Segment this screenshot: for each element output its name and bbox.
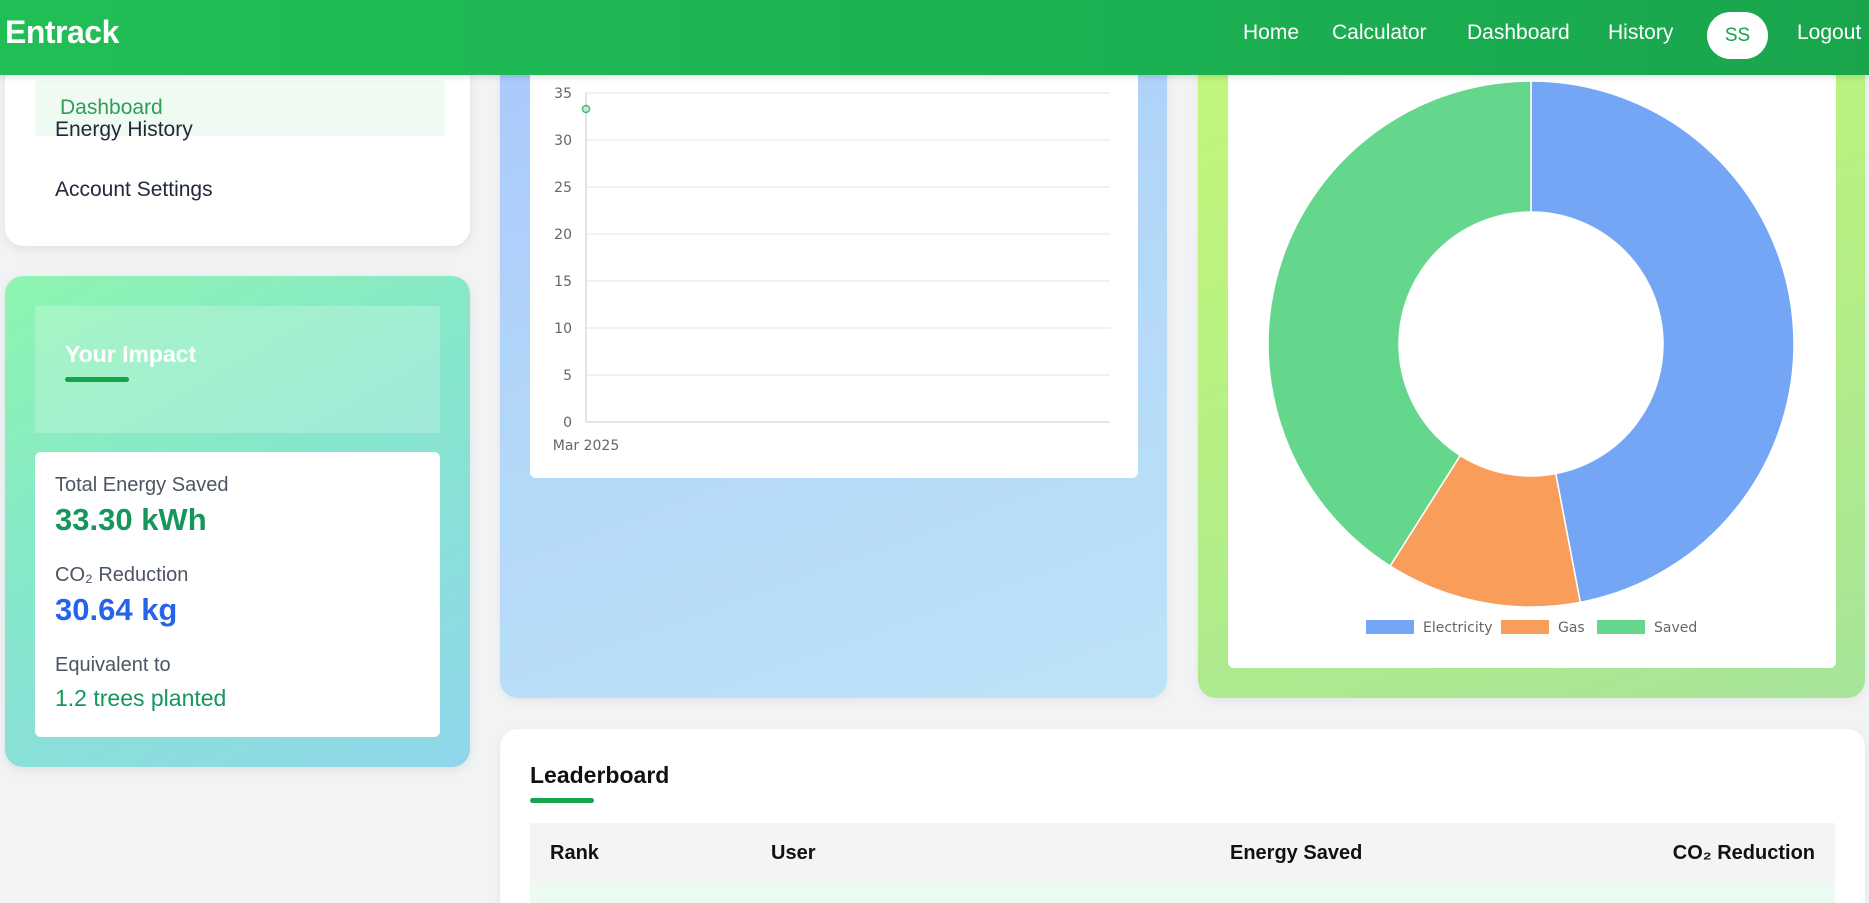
legend-label: Saved xyxy=(1654,620,1697,636)
title-underline xyxy=(65,377,129,382)
legend-swatch xyxy=(1501,620,1549,634)
nav-history-link[interactable]: History xyxy=(1608,21,1673,45)
legend-item-saved[interactable]: Saved xyxy=(1597,620,1697,636)
energy-trend-chart: 0 5 10 15 20 25 30 35 Mar 2025 xyxy=(530,60,1138,478)
nav-calculator-link[interactable]: Calculator xyxy=(1332,21,1427,45)
column-header-energy-saved[interactable]: Energy Saved xyxy=(1230,842,1362,865)
column-header-rank[interactable]: Rank xyxy=(550,842,599,865)
logout-link[interactable]: Logout xyxy=(1797,21,1861,45)
legend-label: Electricity xyxy=(1423,620,1493,636)
donut-slice-electricity[interactable] xyxy=(1530,80,1795,604)
co2-reduction-value: 30.64 kg xyxy=(55,592,178,627)
impact-title: Your Impact xyxy=(65,341,197,367)
column-header-co2-reduction[interactable]: CO₂ Reduction xyxy=(1673,842,1815,865)
brand-logo[interactable]: Entrack xyxy=(5,14,119,51)
donut-chart-svg: Electricity Gas Saved xyxy=(1267,80,1795,636)
y-tick-label: 0 xyxy=(563,415,572,431)
table-row[interactable] xyxy=(530,883,1835,903)
user-avatar[interactable]: SS xyxy=(1707,12,1768,59)
energy-saved-value: 33.30 kWh xyxy=(55,502,207,537)
legend-item-gas[interactable]: Gas xyxy=(1501,620,1585,636)
energy-saved-label: Total Energy Saved xyxy=(55,474,229,496)
impact-header: Your Impact xyxy=(35,306,440,433)
equivalent-label: Equivalent to xyxy=(55,654,171,676)
x-tick-label: Mar 2025 xyxy=(553,438,620,454)
energy-breakdown-chart: Electricity Gas Saved xyxy=(1228,60,1836,668)
y-tick-label: 35 xyxy=(554,86,572,102)
title-underline xyxy=(530,798,594,803)
sidebar-item-account-settings[interactable]: Account Settings xyxy=(55,178,213,202)
legend-item-electricity[interactable]: Electricity xyxy=(1366,620,1493,636)
equivalent-value: 1.2 trees planted xyxy=(55,685,227,711)
column-header-user[interactable]: User xyxy=(771,842,815,865)
legend-label: Gas xyxy=(1558,620,1585,636)
legend-swatch xyxy=(1597,620,1645,634)
top-navbar: Entrack Home Calculator Dashboard Histor… xyxy=(0,0,1869,75)
y-tick-label: 5 xyxy=(563,368,572,384)
line-chart-svg: 0 5 10 15 20 25 30 35 Mar 2025 xyxy=(553,86,1110,454)
y-tick-label: 30 xyxy=(554,133,572,149)
y-tick-label: 20 xyxy=(554,227,572,243)
leaderboard-header-row: Rank User Energy Saved CO₂ Reduction xyxy=(530,823,1835,883)
y-tick-label: 10 xyxy=(554,321,572,337)
legend-swatch xyxy=(1366,620,1414,634)
impact-stats: Total Energy Saved 33.30 kWh CO₂ Reducti… xyxy=(35,452,440,737)
co2-reduction-label: CO₂ Reduction xyxy=(55,564,189,586)
data-point[interactable] xyxy=(581,104,591,114)
leaderboard-title: Leaderboard xyxy=(530,762,670,788)
sidebar-item-energy-history[interactable]: Energy History xyxy=(55,118,193,142)
sidebar-item-label: Dashboard xyxy=(60,96,163,119)
impact-card: Your Impact Total Energy Saved 33.30 kWh… xyxy=(5,276,470,767)
nav-dashboard-link[interactable]: Dashboard xyxy=(1467,21,1570,45)
y-tick-label: 15 xyxy=(554,274,572,290)
nav-home-link[interactable]: Home xyxy=(1243,21,1299,45)
y-tick-label: 25 xyxy=(554,180,572,196)
leaderboard-card: Leaderboard Rank User Energy Saved CO₂ R… xyxy=(500,729,1865,903)
